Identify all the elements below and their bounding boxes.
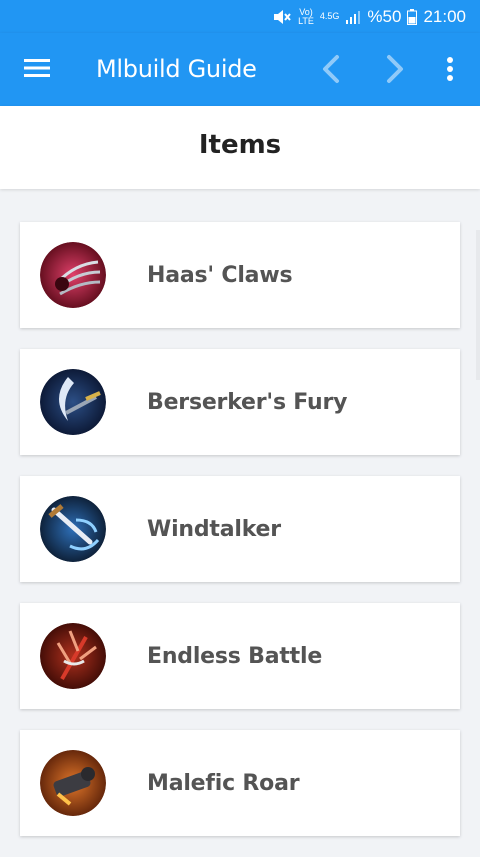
item-label: Berserker's Fury xyxy=(147,389,348,415)
cannon-icon xyxy=(40,750,106,816)
network-type: 4.5G xyxy=(319,11,340,21)
volte-indicator: Vo) LTE xyxy=(298,7,314,26)
item-label: Windtalker xyxy=(147,516,281,542)
chevron-right-icon[interactable] xyxy=(381,53,409,85)
battery-icon xyxy=(407,8,418,25)
axe-icon xyxy=(40,369,106,435)
wind-blade-icon xyxy=(40,496,106,562)
menu-icon[interactable] xyxy=(24,57,50,79)
clock: 21:00 xyxy=(423,6,466,26)
item-card-endless-battle[interactable]: Endless Battle xyxy=(20,603,460,709)
volte-bottom: LTE xyxy=(298,15,314,26)
section-title: Items xyxy=(198,130,282,160)
trident-icon xyxy=(40,623,106,689)
status-bar: Vo) LTE 4.5G %50 21:00 xyxy=(0,0,480,33)
item-label: Endless Battle xyxy=(147,643,323,669)
item-card-berserkers-fury[interactable]: Berserker's Fury xyxy=(20,349,460,455)
item-card-malefic-roar[interactable]: Malefic Roar xyxy=(20,730,460,836)
item-card-windtalker[interactable]: Windtalker xyxy=(20,476,460,582)
item-label: Malefic Roar xyxy=(147,770,300,796)
mute-icon xyxy=(272,9,292,25)
scrollbar[interactable] xyxy=(476,230,480,380)
item-label: Haas' Claws xyxy=(147,262,293,288)
app-bar: Mlbuild Guide xyxy=(0,33,480,106)
item-list: Haas' Claws Berserker's Fury Windtalker … xyxy=(20,222,460,857)
chevron-left-icon[interactable] xyxy=(317,53,345,85)
more-vertical-icon[interactable] xyxy=(438,53,462,85)
battery-percent: %50 xyxy=(367,6,402,26)
signal-icon xyxy=(345,9,361,25)
section-header: Items xyxy=(0,106,480,189)
item-card-haas-claws[interactable]: Haas' Claws xyxy=(20,222,460,328)
app-title: Mlbuild Guide xyxy=(96,55,257,83)
claws-icon xyxy=(40,242,106,308)
